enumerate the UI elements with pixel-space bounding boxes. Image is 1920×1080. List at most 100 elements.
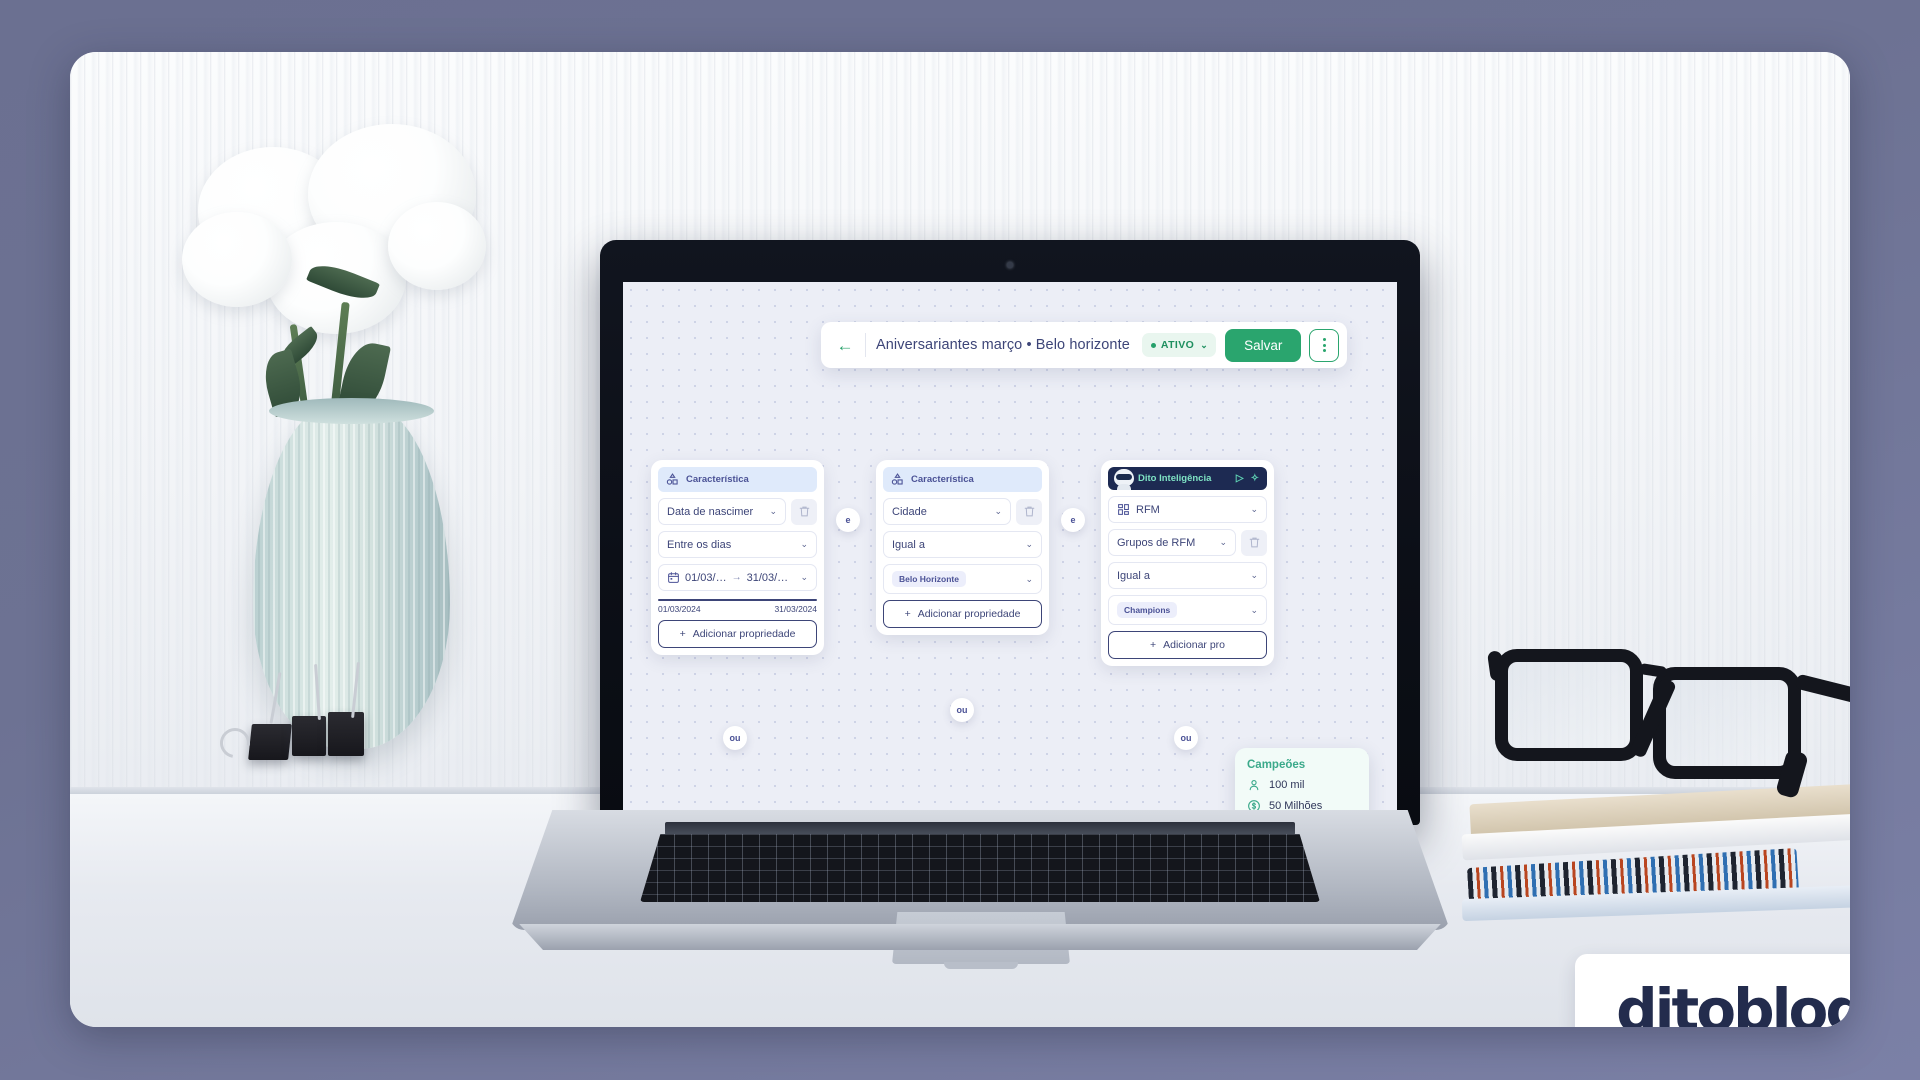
app-ui: ← Aniversariantes março • Belo horizonte… xyxy=(623,282,1397,810)
chevron-down-icon: ⌄ xyxy=(1025,539,1033,549)
laptop-lid: ← Aniversariantes março • Belo horizonte… xyxy=(600,240,1420,825)
add-property-label: Adicionar pro xyxy=(1163,639,1225,651)
page-title: Aniversariantes março • Belo horizonte xyxy=(876,337,1130,353)
sparkle-icon[interactable]: ✧ xyxy=(1251,473,1259,484)
plus-icon: + xyxy=(904,608,911,620)
shapes-icon xyxy=(666,473,678,485)
chevron-down-icon: ⌄ xyxy=(1250,570,1258,580)
property-value: Grupos de RFM xyxy=(1117,536,1196,549)
range-end-label: 31/03/2024 xyxy=(774,604,817,614)
module-value: RFM xyxy=(1136,503,1160,516)
laptop-base-front xyxy=(519,924,1441,950)
filter-card-3[interactable]: Dito Inteligência ▷ ✧ RFM ⌄ Grupos de RF… xyxy=(1101,460,1274,666)
tooltip-money-value: 50 Milhões xyxy=(1269,800,1323,810)
tooltip-people-value: 100 mil xyxy=(1269,779,1305,791)
value-tag: Champions xyxy=(1117,602,1178,618)
property-select[interactable]: Grupos de RFM ⌄ xyxy=(1108,529,1236,556)
robot-icon xyxy=(1111,467,1137,490)
property-select[interactable]: Data de nascimer ⌄ xyxy=(658,498,786,525)
eyeglasses xyxy=(1486,637,1850,800)
date-start: 01/03/… xyxy=(685,571,727,584)
chevron-down-icon: ⌄ xyxy=(800,539,808,549)
operator-value: Entre os dias xyxy=(667,538,732,551)
delete-icon[interactable] xyxy=(1241,529,1267,556)
chevron-down-icon: ⌄ xyxy=(1219,537,1227,547)
filter-card-2[interactable]: Característica Cidade ⌄ Igual a ⌄ Belo H… xyxy=(876,460,1049,635)
tooltip-people-row: 100 mil xyxy=(1247,778,1357,792)
module-select[interactable]: RFM ⌄ xyxy=(1108,496,1267,523)
chevron-down-icon: ⌄ xyxy=(1200,339,1209,350)
calendar-icon xyxy=(668,572,679,583)
property-value: Cidade xyxy=(892,505,927,518)
status-label: ATIVO xyxy=(1160,339,1195,351)
vase-mouth xyxy=(269,398,434,424)
date-end: 31/03/… xyxy=(746,571,789,584)
field-row: Cidade ⌄ xyxy=(883,498,1042,525)
card-header-caracteristica: Característica xyxy=(883,467,1042,492)
add-property-button[interactable]: + Adicionar propriedade xyxy=(883,600,1042,628)
segment-summary-tooltip: Campeões 100 mil 50 Milhões xyxy=(1235,748,1369,810)
chevron-down-icon: ⌄ xyxy=(769,506,777,516)
play-icon[interactable]: ▷ xyxy=(1236,473,1244,484)
app-header-bar: ← Aniversariantes março • Belo horizonte… xyxy=(821,322,1348,368)
plus-icon: + xyxy=(679,628,686,640)
property-value: Data de nascimer xyxy=(667,505,754,518)
card-header-label: Característica xyxy=(686,474,749,485)
connector-or-2[interactable]: ou xyxy=(950,698,974,722)
range-track xyxy=(658,599,817,601)
delete-icon[interactable] xyxy=(791,498,817,525)
grid-icon xyxy=(1118,504,1129,515)
dollar-circle-icon xyxy=(1248,800,1260,810)
arrow-right-icon: → xyxy=(731,572,742,583)
filter-card-1[interactable]: Característica Data de nascimer ⌄ Entre … xyxy=(651,460,824,655)
user-icon xyxy=(1249,780,1259,791)
add-property-button[interactable]: + Adicionar propriedade xyxy=(658,620,817,648)
chevron-down-icon: ⌄ xyxy=(1025,573,1033,584)
laptop-keyboard xyxy=(640,834,1320,902)
connector-or-3[interactable]: ou xyxy=(1174,726,1198,750)
property-select[interactable]: Cidade ⌄ xyxy=(883,498,1011,525)
range-labels: 01/03/2024 31/03/2024 xyxy=(658,604,817,614)
connector-and-1[interactable]: e xyxy=(836,508,860,532)
status-dot-icon xyxy=(1150,342,1156,348)
date-range-select[interactable]: 01/03/… → 31/03/… ⌄ xyxy=(658,564,817,591)
header-divider xyxy=(865,333,866,357)
card-header-label: Característica xyxy=(911,474,974,485)
tooltip-title: Campeões xyxy=(1247,759,1306,771)
card-header-caracteristica: Característica xyxy=(658,467,817,492)
shapes-icon xyxy=(891,473,903,485)
operator-value: Igual a xyxy=(892,538,926,551)
operator-select[interactable]: Igual a ⌄ xyxy=(1108,562,1267,589)
webcam-icon xyxy=(1007,262,1013,268)
laptop-front-notch xyxy=(944,962,1018,969)
operator-select[interactable]: Entre os dias ⌄ xyxy=(658,531,817,558)
value-select[interactable]: Champions ⌄ xyxy=(1108,595,1267,625)
connector-or-1[interactable]: ou xyxy=(723,726,747,750)
arrow-left-icon[interactable]: ← xyxy=(833,333,857,357)
date-range-slider[interactable]: 01/03/2024 31/03/2024 xyxy=(658,597,817,614)
photo-scene: ← Aniversariantes março • Belo horizonte… xyxy=(70,52,1850,1027)
more-vertical-icon[interactable] xyxy=(1309,328,1340,362)
logo-text: ditoblog xyxy=(1616,976,1850,1027)
chevron-down-icon: ⌄ xyxy=(994,506,1002,516)
connector-and-2[interactable]: e xyxy=(1061,508,1085,532)
plus-icon: + xyxy=(1149,639,1157,651)
ditoblog-logo: ditoblog xyxy=(1575,954,1850,1027)
status-badge[interactable]: ATIVO ⌄ xyxy=(1141,333,1217,357)
chevron-down-icon: ⌄ xyxy=(800,572,808,582)
chevron-down-icon: ⌄ xyxy=(1250,504,1258,514)
add-property-label: Adicionar propriedade xyxy=(692,628,796,640)
laptop-screen: ← Aniversariantes março • Belo horizonte… xyxy=(623,282,1397,810)
save-button[interactable]: Salvar xyxy=(1225,328,1302,362)
chevron-down-icon: ⌄ xyxy=(1250,604,1258,615)
ai-header-icons: ▷ ✧ xyxy=(1236,473,1259,484)
flower-vase xyxy=(253,404,450,749)
field-row: Grupos de RFM ⌄ xyxy=(1108,529,1267,556)
add-property-button[interactable]: + Adicionar pro xyxy=(1108,631,1267,659)
value-select[interactable]: Belo Horizonte ⌄ xyxy=(883,564,1042,594)
range-start-label: 01/03/2024 xyxy=(658,604,701,614)
operator-select[interactable]: Igual a ⌄ xyxy=(883,531,1042,558)
laptop: ← Aniversariantes março • Belo horizonte… xyxy=(510,237,1450,1000)
delete-icon[interactable] xyxy=(1016,498,1042,525)
card-header-label: Dito Inteligência xyxy=(1138,473,1212,484)
